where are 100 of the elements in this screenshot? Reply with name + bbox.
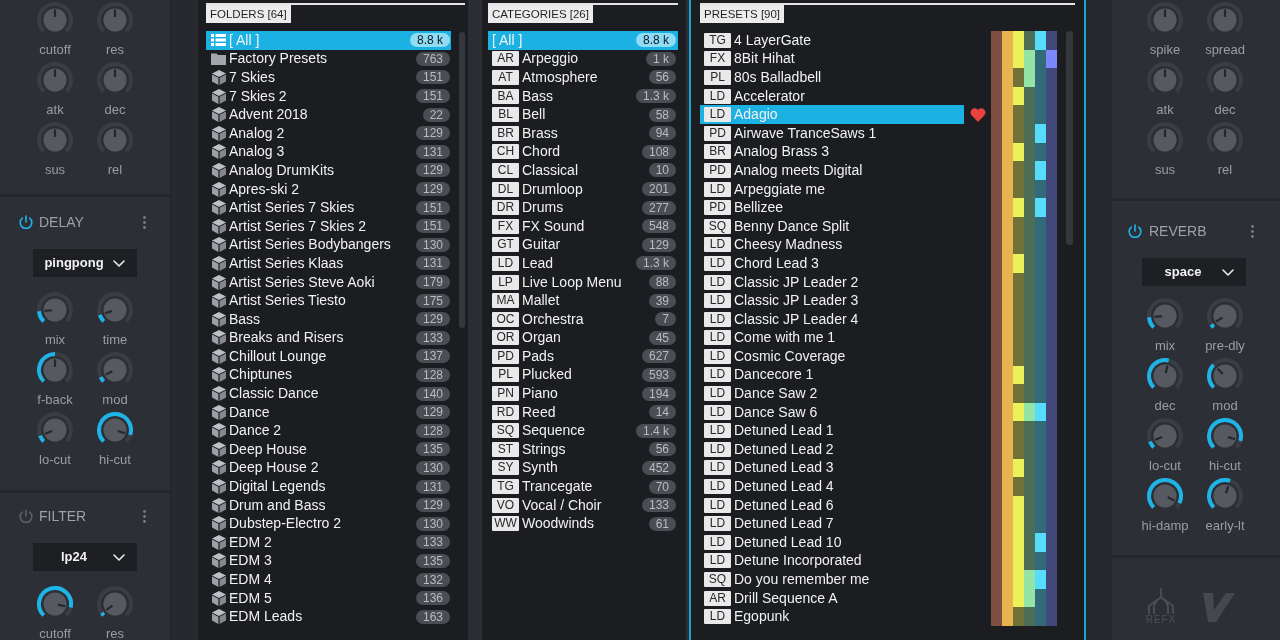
category-item[interactable]: BR Brass 94 — [488, 123, 678, 143]
category-item[interactable]: AT Atmosphere 56 — [488, 68, 678, 87]
preset-item[interactable]: LD Dancecore 1 — [700, 365, 964, 385]
preset-item[interactable]: FX 8Bit Hihat — [700, 49, 964, 69]
preset-item[interactable]: LD Classic JP Leader 2 — [700, 272, 964, 292]
category-item[interactable]: PL Plucked 593 — [488, 365, 678, 385]
category-item[interactable]: WW Woodwinds 61 — [488, 514, 678, 534]
folder-item[interactable]: Dance 2 128 — [206, 421, 451, 441]
preset-item[interactable]: PD Analog meets Digital — [700, 161, 964, 180]
category-item[interactable]: TG Trancegate 70 — [488, 477, 678, 496]
folder-item[interactable]: EDM 2 133 — [206, 533, 451, 552]
category-item[interactable]: ST Strings 56 — [488, 440, 678, 459]
preset-item[interactable]: PD Bellizee — [700, 198, 964, 217]
folder-item[interactable]: Artist Series Klaas 131 — [206, 254, 451, 273]
folder-item[interactable]: 7 Skies 2 151 — [206, 86, 451, 106]
category-item[interactable]: PN Piano 194 — [488, 384, 678, 403]
category-item[interactable]: PD Pads 627 — [488, 347, 678, 366]
preset-item[interactable]: LD Accelerator — [700, 86, 964, 106]
preset-item[interactable]: LD Dance Saw 6 — [700, 402, 964, 422]
folder-item[interactable]: 7 Skies 151 — [206, 68, 451, 87]
category-item[interactable]: FX FX Sound 548 — [488, 216, 678, 236]
more-options-icon[interactable] — [143, 215, 146, 229]
preset-item[interactable]: LD Cosmic Coverage — [700, 347, 964, 366]
folder-item[interactable]: Deep House 135 — [206, 440, 451, 459]
category-item[interactable]: MA Mallet 39 — [488, 291, 678, 310]
folder-item[interactable]: EDM Leads 163 — [206, 607, 451, 626]
folder-item[interactable]: Dance 129 — [206, 402, 451, 422]
preset-item[interactable]: LD Adagio — [700, 105, 964, 124]
category-item[interactable]: DL Drumloop 201 — [488, 179, 678, 199]
preset-item[interactable]: LD Cheesy Madness — [700, 235, 964, 255]
category-item[interactable]: CH Chord 108 — [488, 142, 678, 162]
mode-dropdown[interactable]: lp24 — [33, 543, 137, 571]
preset-item[interactable]: LD Chord Lead 3 — [700, 254, 964, 273]
folder-item[interactable]: Artist Series Bodybangers 130 — [206, 235, 451, 255]
preset-item[interactable]: LD Detuned Lead 10 — [700, 533, 964, 552]
power-icon[interactable] — [1128, 224, 1142, 238]
preset-item[interactable]: SQ Benny Dance Split — [700, 216, 964, 236]
category-item[interactable]: SY Synth 452 — [488, 458, 678, 478]
folder-item[interactable]: EDM 5 136 — [206, 588, 451, 608]
category-item[interactable]: CL Classical 10 — [488, 161, 678, 180]
preset-item[interactable]: AR Drill Sequence A — [700, 588, 964, 608]
folder-item[interactable]: Analog DrumKits 129 — [206, 161, 451, 180]
preset-item[interactable]: LD Dance Saw 2 — [700, 384, 964, 403]
preset-item[interactable]: LD Arpeggiate me — [700, 179, 964, 199]
folder-item[interactable]: Dubstep-Electro 2 130 — [206, 514, 451, 534]
category-item[interactable]: RD Reed 14 — [488, 402, 678, 422]
folder-item[interactable]: Classic Dance 140 — [206, 384, 451, 403]
category-item[interactable]: OC Orchestra 7 — [488, 309, 678, 329]
more-options-icon[interactable] — [1251, 224, 1254, 238]
preset-item[interactable]: PD Airwave TranceSaws 1 — [700, 123, 964, 143]
category-item[interactable]: LP Live Loop Menu 88 — [488, 272, 678, 292]
folder-item[interactable]: Digital Legends 131 — [206, 477, 451, 496]
folder-item[interactable]: Deep House 2 130 — [206, 458, 451, 478]
folder-item[interactable]: EDM 3 135 — [206, 551, 451, 571]
folder-item[interactable]: Chiptunes 128 — [206, 365, 451, 385]
category-item[interactable]: AR Arpeggio 1 k — [488, 49, 678, 69]
folder-item[interactable]: EDM 4 132 — [206, 570, 451, 589]
category-item[interactable]: BA Bass 1.3 k — [488, 86, 678, 106]
folder-item[interactable]: Analog 3 131 — [206, 142, 451, 162]
folder-item[interactable]: Bass 129 — [206, 309, 451, 329]
preset-item[interactable]: LD Detuned Lead 4 — [700, 477, 964, 496]
category-item[interactable]: SQ Sequence 1.4 k — [488, 421, 678, 441]
preset-item[interactable]: LD Classic JP Leader 4 — [700, 309, 964, 329]
preset-item[interactable]: PL 80s Balladbell — [700, 68, 964, 87]
scrollbar-thumb[interactable] — [459, 32, 465, 328]
preset-item[interactable]: LD Detuned Lead 3 — [700, 458, 964, 478]
category-item[interactable]: GT Guitar 129 — [488, 235, 678, 255]
mode-dropdown[interactable]: space — [1142, 258, 1246, 286]
folder-item[interactable]: Drum and Bass 129 — [206, 495, 451, 515]
mode-dropdown[interactable]: pingpong — [33, 249, 137, 277]
preset-item[interactable]: TG 4 LayerGate — [700, 31, 964, 50]
folder-item[interactable]: Breaks and Risers 133 — [206, 328, 451, 348]
folder-item[interactable]: Apres-ski 2 129 — [206, 179, 451, 199]
preset-item[interactable]: SQ Do you remember me — [700, 570, 964, 589]
preset-item[interactable]: LD Come with me 1 — [700, 328, 964, 348]
folder-item[interactable]: Advent 2018 22 — [206, 105, 451, 124]
power-icon[interactable] — [19, 215, 33, 229]
folder-item[interactable]: Chillout Lounge 137 — [206, 347, 451, 366]
preset-item[interactable]: LD Detuned Lead 6 — [700, 495, 964, 515]
preset-item[interactable]: LD Detune Incorporated — [700, 551, 964, 571]
preset-item[interactable]: BR Analog Brass 3 — [700, 142, 964, 162]
folder-item[interactable]: Artist Series 7 Skies 2 151 — [206, 216, 451, 236]
category-item[interactable]: VO Vocal / Choir 133 — [488, 495, 678, 515]
category-item[interactable]: OR Organ 45 — [488, 328, 678, 348]
more-options-icon[interactable] — [143, 509, 146, 523]
preset-item[interactable]: LD Detuned Lead 2 — [700, 440, 964, 459]
category-item[interactable]: BL Bell 58 — [488, 105, 678, 124]
preset-item[interactable]: LD Egopunk — [700, 607, 964, 626]
preset-item[interactable]: LD Classic JP Leader 3 — [700, 291, 964, 310]
preset-item[interactable]: LD Detuned Lead 7 — [700, 514, 964, 534]
folder-item[interactable]: Artist Series Tiesto 175 — [206, 291, 451, 310]
category-item[interactable]: DR Drums 277 — [488, 198, 678, 217]
folder-item[interactable]: Artist Series 7 Skies 151 — [206, 198, 451, 217]
preset-item[interactable]: LD Detuned Lead 1 — [700, 421, 964, 441]
folder-item[interactable]: Analog 2 129 — [206, 123, 451, 143]
category-item[interactable]: LD Lead 1.3 k — [488, 254, 678, 273]
folder-item[interactable]: Artist Series Steve Aoki 179 — [206, 272, 451, 292]
folder-item[interactable]: [ All ] 8.8 k — [206, 31, 451, 50]
heart-icon[interactable] — [969, 107, 986, 122]
category-item[interactable]: [ All ] 8.8 k — [488, 31, 678, 50]
